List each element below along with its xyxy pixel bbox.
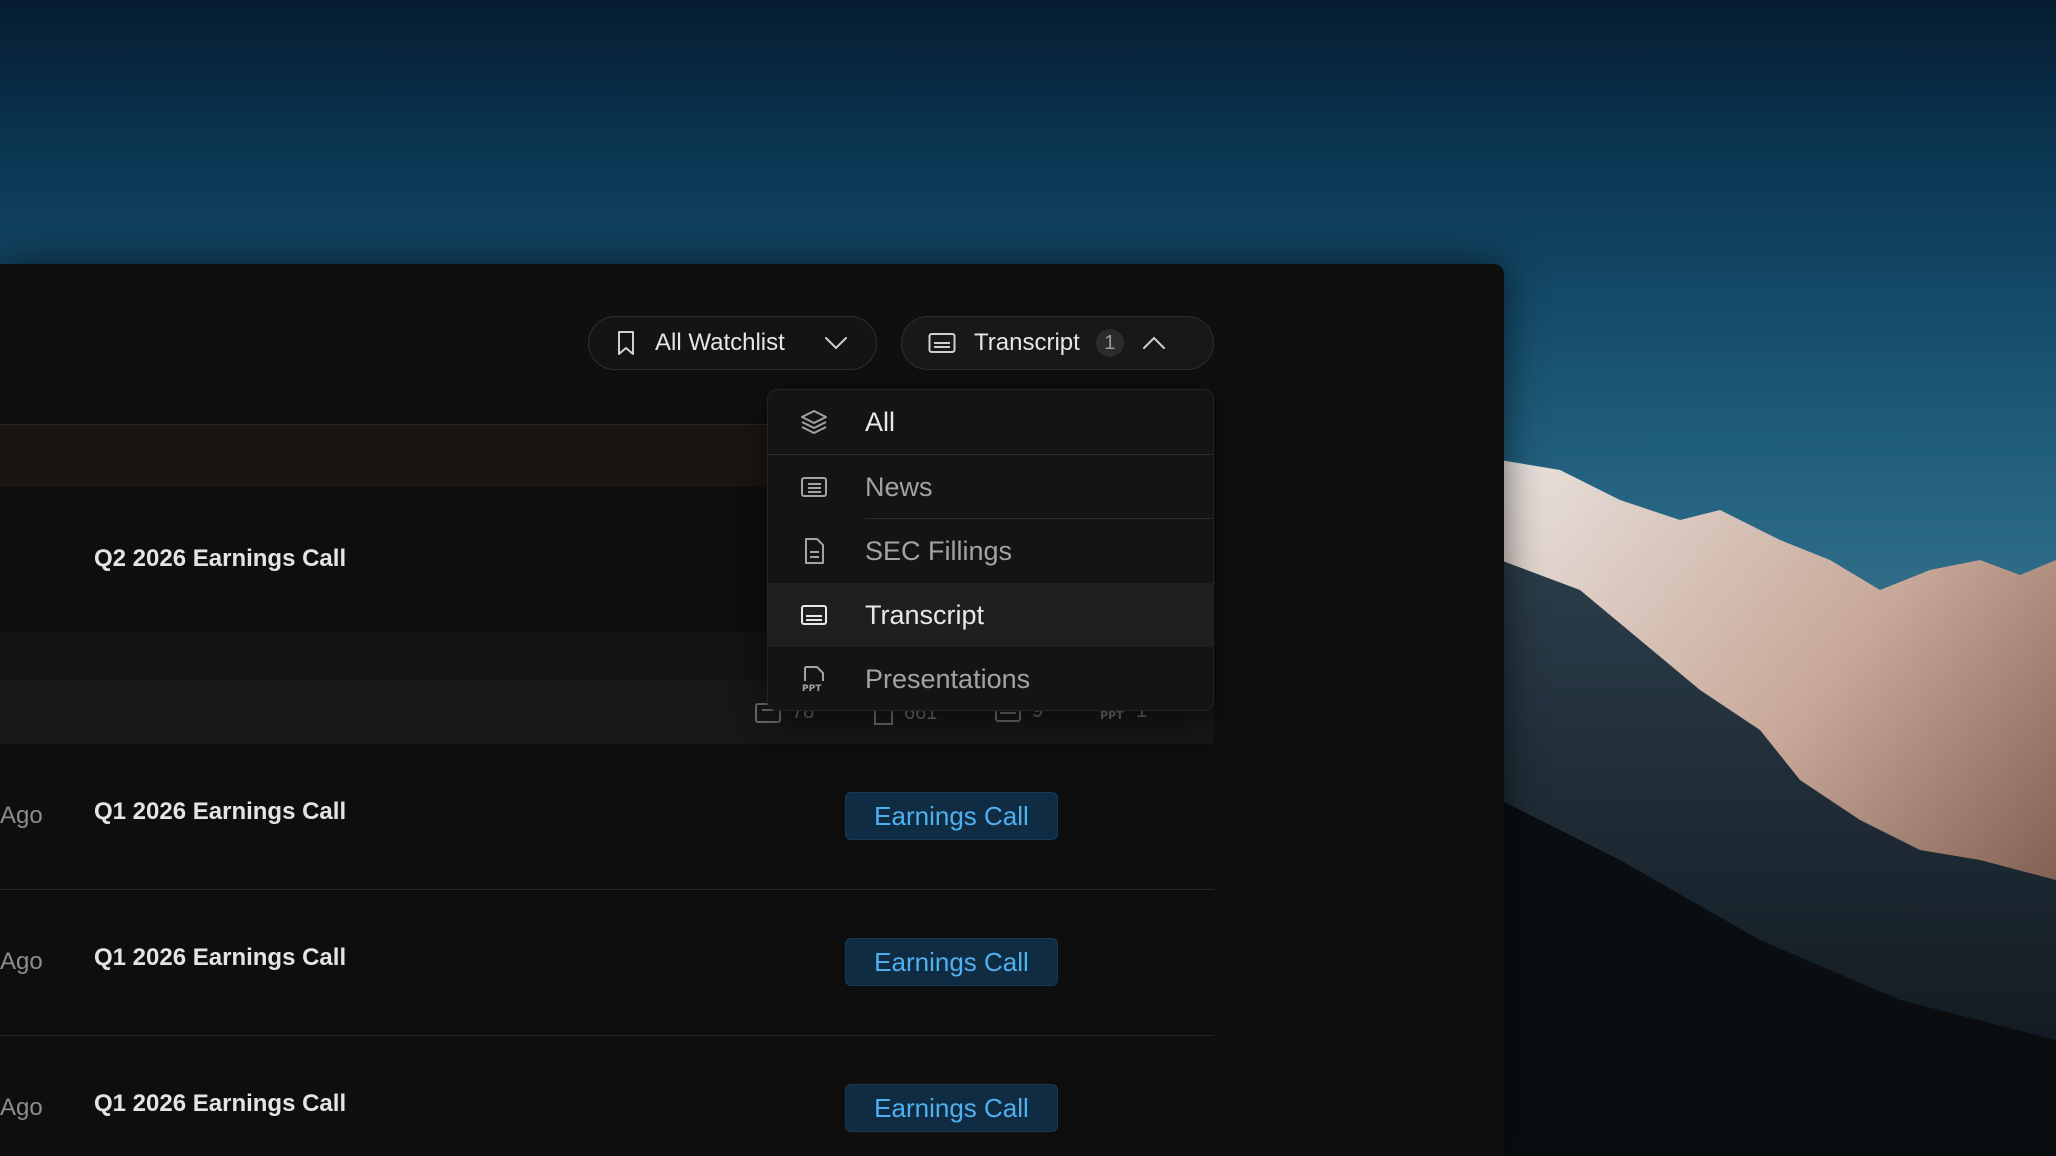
dropdown-item-transcript[interactable]: Transcript (768, 583, 1213, 647)
watchlist-filter-button[interactable]: All Watchlist (588, 316, 877, 370)
app-window: All Watchlist Transcript 1 Q2 2026 Earni… (0, 264, 1504, 1156)
svg-text:PPT: PPT (802, 684, 822, 693)
dropdown-item-label: Presentations (865, 663, 1031, 694)
transcript-icon (800, 601, 828, 629)
row-time-ago: Ago (0, 948, 43, 975)
dropdown-item-news[interactable]: News (768, 455, 1213, 519)
table-row[interactable]: Ago Q1 2026 Earnings Call Earnings Call (0, 890, 1214, 1035)
bookmark-icon (615, 330, 637, 356)
document-icon (800, 537, 828, 565)
row-title: Q1 2026 Earnings Call (94, 798, 347, 825)
type-filter-dropdown: All News SEC Fillings Transcript PPT Pre… (767, 389, 1214, 711)
row-title: Q2 2026 Earnings Call (94, 545, 347, 572)
table-row[interactable]: Ago Q1 2026 Earnings Call Earnings Call (0, 1036, 1214, 1156)
row-title: Q1 2026 Earnings Call (94, 944, 347, 971)
dropdown-item-label: Transcript (865, 599, 985, 630)
filter-count-badge: 1 (1095, 329, 1124, 357)
news-icon (800, 473, 828, 501)
watchlist-filter-label: All Watchlist (655, 329, 785, 356)
category-badge[interactable]: Earnings Call (845, 938, 1058, 986)
dropdown-item-label: News (865, 471, 933, 502)
chevron-down-icon (824, 336, 848, 350)
chevron-up-icon (1142, 336, 1166, 350)
category-badge[interactable]: Earnings Call (845, 792, 1058, 840)
row-time-ago: Ago (0, 1094, 43, 1121)
category-badge[interactable]: Earnings Call (845, 1084, 1058, 1132)
transcript-icon (928, 332, 956, 354)
dropdown-item-sec-fillings[interactable]: SEC Fillings (768, 519, 1213, 583)
type-filter-label: Transcript (974, 329, 1080, 356)
layers-icon (800, 408, 828, 436)
type-filter-button[interactable]: Transcript 1 (901, 316, 1214, 370)
row-title: Q1 2026 Earnings Call (94, 1090, 347, 1117)
ppt-icon: PPT (800, 665, 828, 693)
dropdown-item-all[interactable]: All (768, 390, 1213, 454)
table-row[interactable]: Ago Q1 2026 Earnings Call Earnings Call (0, 744, 1214, 889)
dropdown-item-label: SEC Fillings (865, 535, 1013, 566)
row-time-ago: Ago (0, 802, 43, 829)
dropdown-item-label: All (865, 406, 896, 437)
dropdown-item-presentations[interactable]: PPT Presentations (768, 647, 1213, 710)
